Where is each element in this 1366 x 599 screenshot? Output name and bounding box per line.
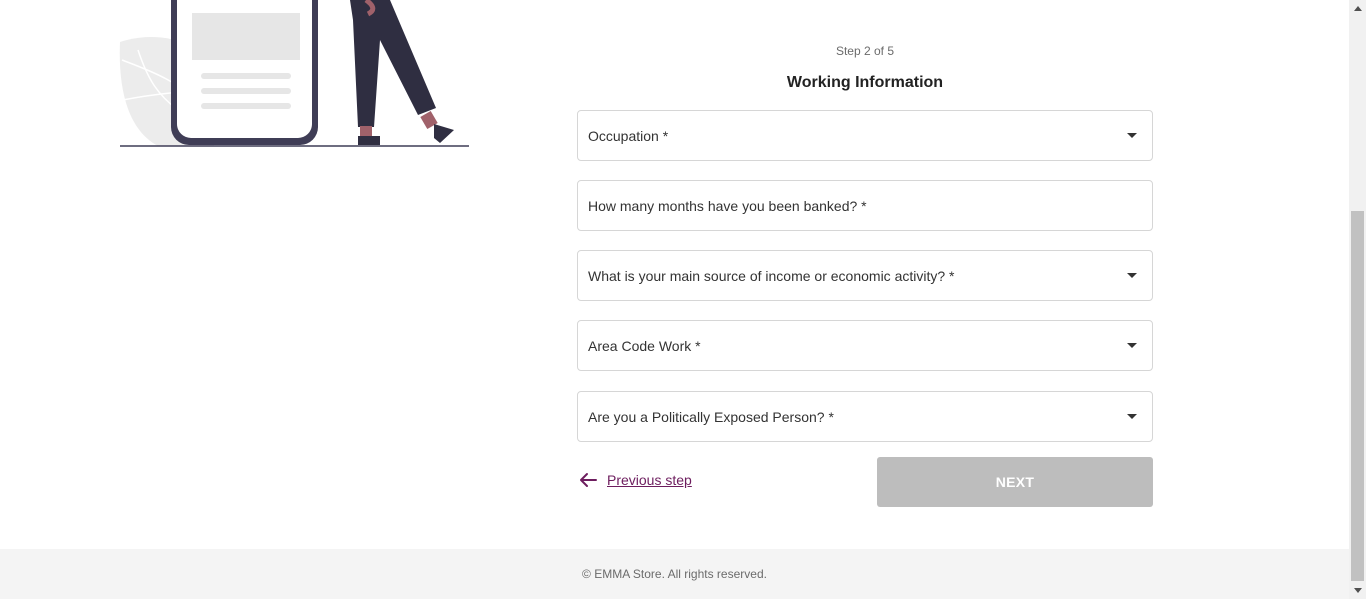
pep-select[interactable]: Are you a Politically Exposed Person? *	[577, 391, 1153, 442]
chevron-down-icon	[1127, 343, 1137, 348]
copyright-text: © EMMA Store. All rights reserved.	[582, 567, 767, 581]
page: Step 2 of 5 Working Information Occupati…	[0, 0, 1366, 599]
step-indicator: Step 2 of 5	[835, 44, 895, 58]
income-source-label: What is your main source of income or ec…	[588, 268, 955, 284]
income-source-select[interactable]: What is your main source of income or ec…	[577, 250, 1153, 301]
previous-step-link[interactable]: Previous step	[579, 472, 692, 488]
scroll-up-arrow-icon[interactable]	[1349, 0, 1366, 17]
area-code-work-select[interactable]: Area Code Work *	[577, 320, 1153, 371]
previous-step-label: Previous step	[607, 472, 692, 488]
scrollbar-thumb[interactable]	[1351, 211, 1364, 581]
chevron-down-icon	[1127, 273, 1137, 278]
occupation-select[interactable]: Occupation *	[577, 110, 1153, 161]
form-title: Working Information	[786, 74, 944, 91]
next-button[interactable]: NEXT	[877, 457, 1153, 507]
area-code-work-label: Area Code Work *	[588, 338, 701, 354]
chevron-down-icon	[1127, 133, 1137, 138]
phone-person-illustration	[119, 0, 469, 147]
arrow-left-icon	[580, 473, 597, 487]
scroll-down-arrow-icon[interactable]	[1349, 582, 1366, 599]
pep-label: Are you a Politically Exposed Person? *	[588, 409, 834, 425]
occupation-label: Occupation *	[588, 128, 669, 144]
footer: © EMMA Store. All rights reserved.	[0, 549, 1349, 599]
months-banked-input[interactable]: How many months have you been banked? *	[577, 180, 1153, 231]
months-banked-label: How many months have you been banked? *	[588, 198, 867, 214]
vertical-scrollbar[interactable]	[1349, 0, 1366, 599]
chevron-down-icon	[1127, 414, 1137, 419]
